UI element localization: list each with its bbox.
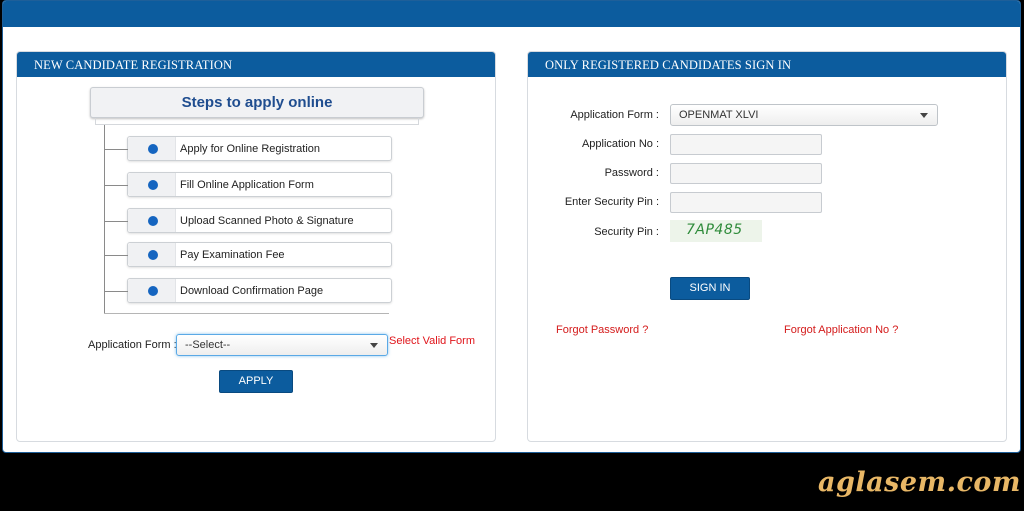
application-form-select[interactable]: OPENMAT XLVI (670, 104, 938, 126)
bullet-dot-icon (148, 250, 158, 260)
captcha-image: 7AP485 (670, 220, 762, 242)
steps-title: Steps to apply online (90, 87, 424, 118)
application-form-select[interactable]: --Select-- (176, 334, 388, 356)
application-form-select-value: --Select-- (185, 339, 231, 351)
bullet-dot-icon (148, 144, 158, 154)
step-label: Download Confirmation Page (180, 285, 324, 297)
application-form-label: Application Form : (88, 339, 177, 351)
bullet-dot-icon (148, 286, 158, 296)
step-item: Apply for Online Registration (105, 136, 392, 161)
captcha-text: 7AP485 (686, 222, 743, 238)
step-label: Pay Examination Fee (180, 249, 285, 261)
application-form-label: Application Form : (570, 109, 659, 121)
top-bar (3, 1, 1020, 27)
apply-button[interactable]: APPLY (219, 370, 293, 393)
application-no-label: Application No : (581, 138, 659, 150)
bullet-dot-icon (148, 180, 158, 190)
forgot-password-link[interactable]: Forgot Password ? (556, 324, 648, 336)
forgot-application-no-link[interactable]: Forgot Application No ? (784, 324, 898, 336)
application-form-select-value: OPENMAT XLVI (679, 109, 759, 121)
application-no-input[interactable] (670, 134, 822, 155)
sign-in-button[interactable]: SIGN IN (670, 277, 750, 300)
steps-title-underlay (95, 118, 419, 125)
security-pin-label: Security Pin : (594, 226, 659, 238)
step-item: Pay Examination Fee (105, 242, 392, 267)
registered-sign-in-panel: ONLY REGISTERED CANDIDATES SIGN IN Appli… (527, 51, 1007, 442)
new-candidate-registration-panel: NEW CANDIDATE REGISTRATION Steps to appl… (16, 51, 496, 442)
password-label: Password : (604, 167, 659, 179)
bullet-dot-icon (148, 216, 158, 226)
watermark-logo: aglasem.com (818, 467, 1021, 498)
password-input[interactable] (670, 163, 822, 184)
steps-tree-line (104, 125, 105, 314)
chevron-down-icon (370, 343, 378, 348)
enter-security-pin-label: Enter Security Pin : (564, 196, 659, 208)
step-label: Fill Online Application Form (180, 179, 314, 191)
step-label: Apply for Online Registration (180, 143, 321, 155)
panel-header: ONLY REGISTERED CANDIDATES SIGN IN (528, 52, 1006, 77)
step-item: Fill Online Application Form (105, 172, 392, 197)
step-item: Download Confirmation Page (105, 278, 392, 303)
security-pin-input[interactable] (670, 192, 822, 213)
step-item: Upload Scanned Photo & Signature (105, 208, 392, 233)
page-frame: NEW CANDIDATE REGISTRATION Steps to appl… (2, 0, 1021, 453)
steps-tree-bottom-line (104, 313, 389, 314)
step-label: Upload Scanned Photo & Signature (180, 215, 354, 227)
form-error-message: Select Valid Form (389, 335, 475, 347)
panel-header: NEW CANDIDATE REGISTRATION (17, 52, 495, 77)
chevron-down-icon (920, 113, 928, 118)
